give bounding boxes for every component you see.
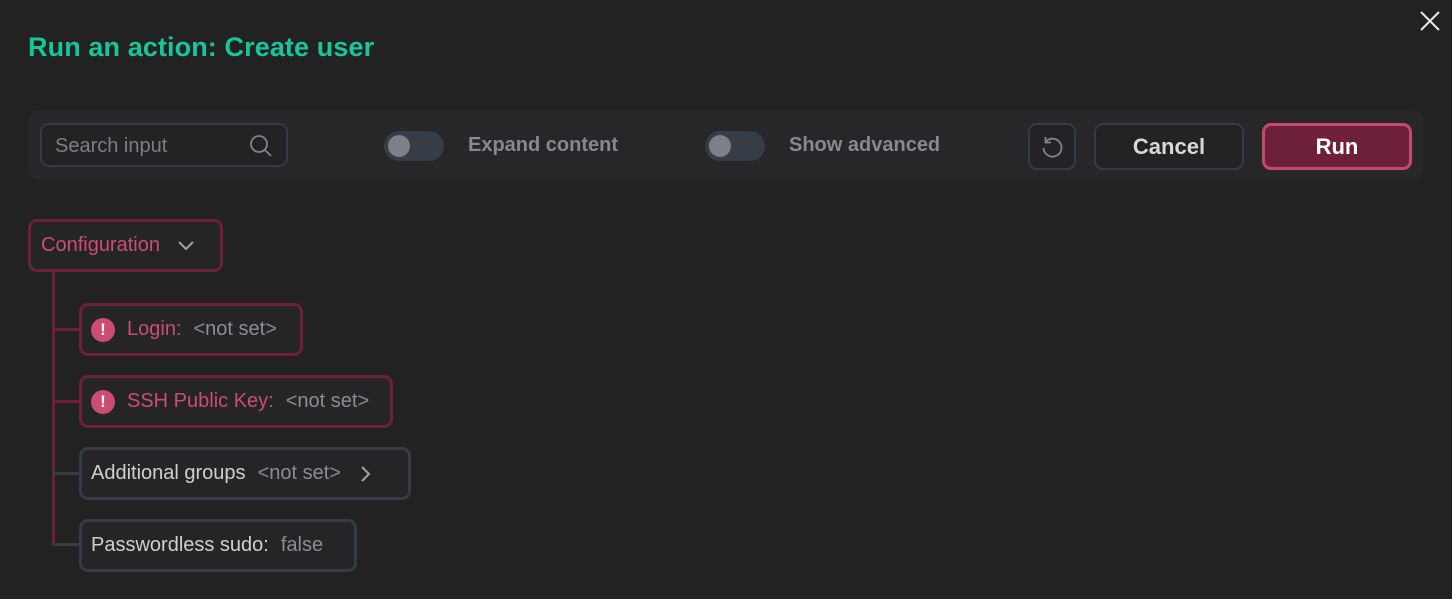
cancel-button[interactable]: Cancel bbox=[1094, 123, 1244, 170]
reset-icon bbox=[1042, 136, 1063, 158]
configuration-group[interactable]: Configuration bbox=[28, 219, 223, 272]
tree-connector bbox=[52, 272, 55, 546]
expand-content-label: Expand content bbox=[468, 134, 619, 156]
error-icon: ! bbox=[91, 389, 115, 414]
field-passwordless-sudo[interactable]: Passwordless sudo: false bbox=[79, 519, 357, 572]
field-label: SSH Public Key: bbox=[127, 390, 274, 412]
toolbar: Expand content Show advanced Cancel Run bbox=[28, 110, 1423, 180]
error-icon: ! bbox=[91, 317, 115, 342]
reset-button[interactable] bbox=[1028, 123, 1076, 170]
field-value: false bbox=[280, 534, 324, 556]
expand-content-toggle[interactable] bbox=[384, 131, 444, 161]
chevron-down-icon[interactable] bbox=[176, 236, 196, 256]
field-value: <not set> bbox=[257, 462, 341, 484]
close-icon bbox=[1420, 11, 1440, 31]
field-label: Passwordless sudo: bbox=[91, 534, 269, 556]
configuration-label: Configuration bbox=[41, 234, 160, 256]
chevron-right-icon[interactable] bbox=[357, 464, 375, 484]
search-icon[interactable] bbox=[248, 133, 274, 159]
search-box[interactable] bbox=[40, 123, 288, 167]
toggle-knob bbox=[709, 135, 731, 157]
field-value: <not set> bbox=[193, 318, 277, 340]
tree-connector bbox=[52, 328, 80, 331]
run-button[interactable]: Run bbox=[1262, 123, 1412, 170]
field-label: Login: bbox=[127, 318, 182, 340]
field-value: <not set> bbox=[285, 390, 370, 412]
field-additional-groups[interactable]: Additional groups <not set> bbox=[79, 447, 411, 500]
field-login[interactable]: ! Login: <not set> bbox=[79, 303, 303, 356]
tree-connector bbox=[52, 543, 80, 546]
tree-connector bbox=[52, 400, 80, 403]
tree-connector bbox=[52, 472, 80, 475]
toggle-knob bbox=[388, 135, 410, 157]
dialog-title: Run an action: Create user bbox=[28, 32, 375, 62]
show-advanced-toggle[interactable] bbox=[705, 131, 765, 161]
show-advanced-label: Show advanced bbox=[789, 134, 941, 156]
field-label: Additional groups bbox=[91, 462, 246, 484]
field-ssh-public-key[interactable]: ! SSH Public Key: <not set> bbox=[79, 375, 393, 428]
search-input[interactable] bbox=[53, 125, 247, 167]
close-button[interactable] bbox=[1418, 9, 1442, 33]
